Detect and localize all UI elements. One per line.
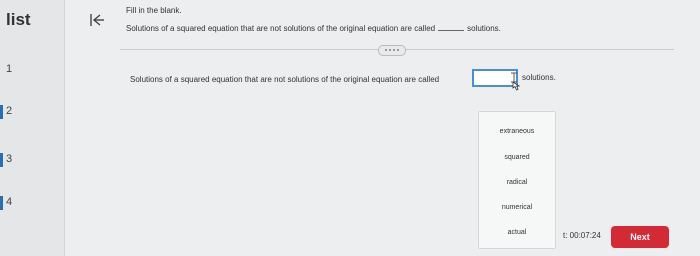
timer: t: 00:07:24 (563, 231, 601, 240)
text-cursor-icon (508, 71, 522, 91)
blank-placeholder (438, 24, 465, 31)
grip-dots-icon (385, 49, 399, 51)
question-item-indicator (0, 153, 3, 167)
answer-options-menu: extraneous squared radical numerical act… (478, 111, 556, 249)
question-item-indicator (0, 196, 3, 210)
option-numerical[interactable]: numerical (479, 204, 555, 211)
instruction-text: Fill in the blank. (126, 6, 182, 15)
sidebar-title: list (6, 10, 31, 29)
option-extraneous[interactable]: extraneous (479, 128, 555, 135)
question-list-sidebar: list 1 2 3 4 (0, 0, 65, 256)
option-squared[interactable]: squared (479, 154, 555, 161)
question-item-2[interactable]: 2 (0, 102, 30, 122)
answer-suffix: solutions. (522, 73, 556, 82)
question-item-label: 4 (6, 196, 13, 208)
question-text: Solutions of a squared equation that are… (126, 24, 436, 33)
next-button[interactable]: Next (611, 226, 669, 248)
question-text-main: Solutions of a squared equation that are… (130, 75, 440, 84)
question-item-4[interactable]: 4 (0, 193, 30, 213)
question-item-indicator (0, 105, 3, 119)
question-item-label: 1 (6, 63, 13, 75)
question-item-label: 3 (6, 153, 13, 165)
question-item-3[interactable]: 3 (0, 150, 30, 170)
question-prompt: Solutions of a squared equation that are… (126, 24, 501, 33)
drag-handle[interactable] (378, 45, 406, 56)
collapse-left-icon[interactable] (89, 12, 105, 28)
question-suffix: solutions. (467, 24, 501, 33)
option-radical[interactable]: radical (479, 179, 555, 186)
option-actual[interactable]: actual (479, 229, 555, 236)
question-item-label: 2 (6, 105, 13, 117)
question-item-1[interactable]: 1 (0, 60, 30, 80)
